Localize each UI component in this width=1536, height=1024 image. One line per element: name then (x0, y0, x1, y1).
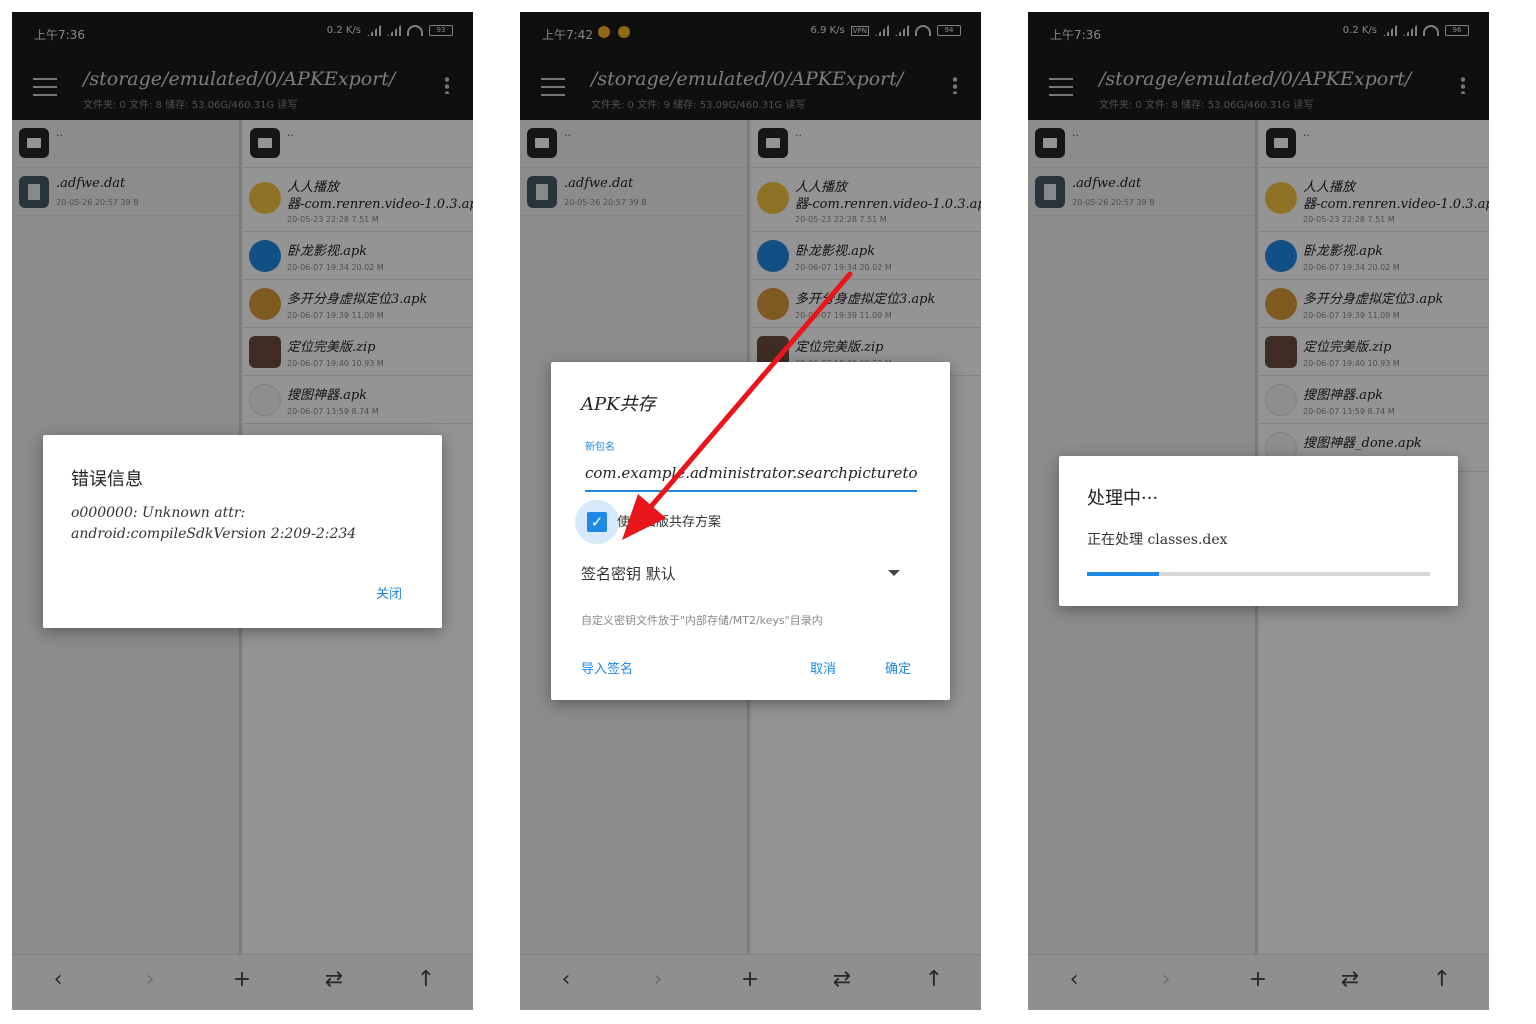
legacy-scheme-checkbox[interactable]: ✓ (587, 512, 607, 532)
phone-screen-apk-clone: 上午7:42 6.9 K/s VPN 94 /storage/emulated/… (520, 12, 981, 1010)
apk-clone-dialog: APK共存 新包名 com.example.administrator.sear… (551, 362, 950, 700)
key-hint: 自定义密钥文件放于"内部存储/MT2/keys"目录内 (581, 614, 823, 627)
import-signature-button[interactable]: 导入签名 (581, 658, 633, 677)
phone-screen-processing: 上午7:36 0.2 K/s 96 /storage/emulated/0/AP… (1028, 12, 1489, 1010)
processing-dialog: 处理中··· 正在处理 classes.dex (1059, 456, 1458, 606)
phone-screen-error: 上午7:36 0.2 K/s 93 /storage/emulated/0/AP… (12, 12, 473, 1010)
checkbox-label: 使用旧版共存方案 (617, 515, 722, 530)
progress-fill (1087, 572, 1160, 576)
dialog-title: APK共存 (581, 394, 656, 415)
processing-message: 正在处理 classes.dex (1087, 532, 1228, 548)
ok-button[interactable]: 确定 (885, 658, 911, 677)
dropdown-arrow-icon[interactable] (888, 570, 900, 576)
dialog-title: 错误信息 (71, 469, 143, 490)
progress-bar (1087, 572, 1430, 576)
cancel-button[interactable]: 取消 (810, 658, 836, 677)
error-dialog: 错误信息 o000000: Unknown attr: android:comp… (43, 435, 442, 628)
close-button[interactable]: 关闭 (376, 583, 402, 602)
dialog-title: 处理中··· (1087, 488, 1159, 509)
error-message: o000000: Unknown attr: android:compileSd… (71, 505, 357, 542)
signing-key-select[interactable]: 签名密钥 默认 (581, 564, 676, 585)
package-name-input[interactable]: com.example.administrator.searchpicturet… (585, 464, 917, 492)
package-name-label: 新包名 (585, 442, 615, 453)
